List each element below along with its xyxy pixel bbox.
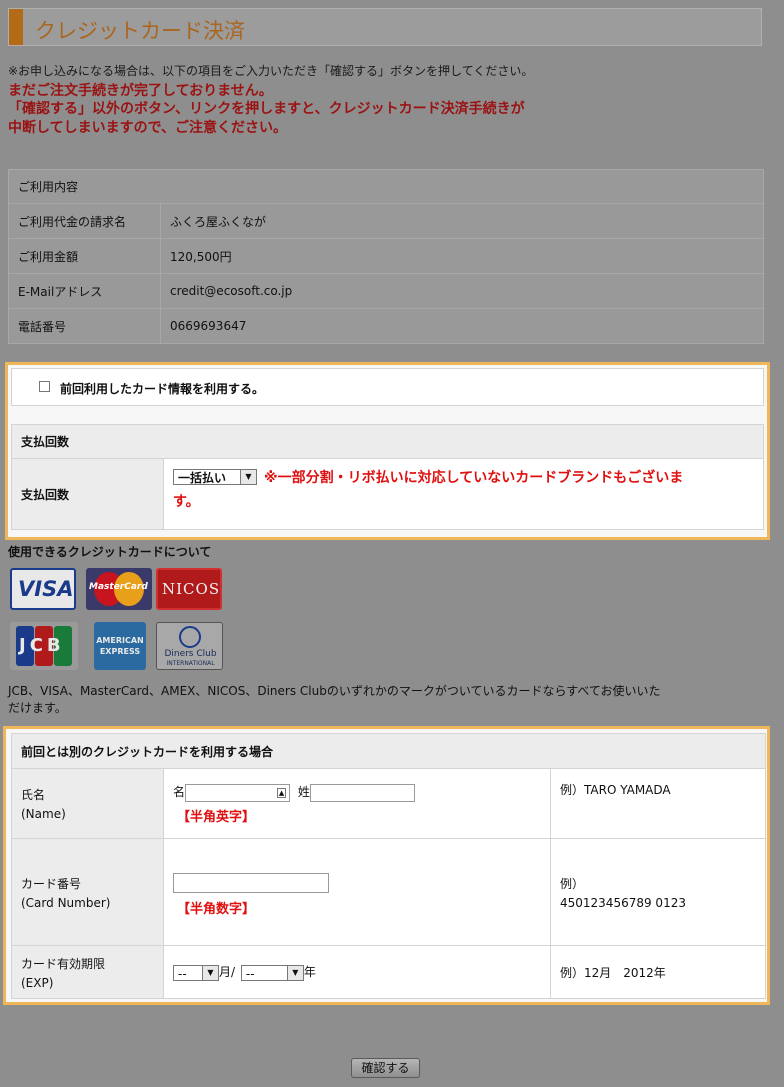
mastercard-logo: MasterCard: [86, 568, 152, 610]
chevron-down-icon: ▼: [202, 965, 218, 980]
name-example: 例）TARO YAMADA: [550, 768, 766, 839]
cards-heading: 使用できるクレジットカードについて: [8, 545, 212, 559]
nicos-logo: NICOS: [156, 568, 222, 610]
last-name-input[interactable]: [309, 783, 415, 802]
payment-table: 支払回数 支払回数 一括払い ▼ ※一部分割・リボ払いに対応していないカードブラ…: [11, 424, 764, 530]
previous-card-section: 前回利用したカード情報を利用する。 支払回数 支払回数 一括払い ▼ ※一部分割…: [5, 362, 770, 540]
usage-label: 電話番号: [8, 308, 161, 344]
card-number-label: カード番号 (Card Number): [11, 838, 164, 946]
exp-month-select[interactable]: -- ▼: [173, 964, 219, 981]
usage-value: 0669693647: [160, 308, 764, 344]
confirm-button[interactable]: 確認する: [351, 1058, 420, 1078]
warning-line-3: 中断してしまいますので、ご注意ください。: [8, 120, 288, 136]
previous-card-label: 前回利用したカード情報を利用する。: [60, 382, 265, 396]
table-row: ご利用代金の請求名 ふくろ屋ふくなが: [8, 203, 764, 239]
table-row: E-Mailアドレス credit@ecosoft.co.jp: [8, 273, 764, 309]
new-card-section: 前回とは別のクレジットカードを利用する場合 氏名 (Name) 名 ▲ 姓 【半角英…: [3, 726, 770, 1005]
usage-label: ご利用金額: [8, 238, 161, 274]
new-card-heading: 前回とは別のクレジットカードを利用する場合: [11, 733, 766, 769]
diners-logo: Diners Club INTERNATIONAL: [156, 622, 223, 670]
cards-description-line-2: だけます。: [8, 701, 67, 715]
warning-line-1: まだご注文手続きが完了しておりません。: [8, 83, 273, 99]
chevron-down-icon: ▼: [240, 470, 256, 484]
warning-line-2: 「確認する」以外のボタン、リンクを押しますと、クレジットカード決済手続きが: [8, 101, 525, 117]
exp-year-select[interactable]: -- ▼: [240, 964, 304, 981]
new-card-table: 前回とは別のクレジットカードを利用する場合 氏名 (Name) 名 ▲ 姓 【半角英…: [11, 733, 766, 999]
payment-label: 支払回数: [11, 458, 164, 530]
first-name-label: 名: [173, 785, 186, 799]
usage-value: ふくろ屋ふくなが: [160, 203, 764, 239]
last-name-label: 姓: [297, 785, 310, 799]
card-number-example: 例） 450123456789 0123: [550, 838, 766, 946]
cards-description-line-1: JCB、VISA、MasterCard、AMEX、NICOS、Diners Cl…: [8, 684, 661, 698]
usage-label: E-Mailアドレス: [8, 273, 161, 309]
exp-example: 例）12月 2012年: [550, 945, 766, 999]
exp-year-unit: 年: [303, 965, 316, 980]
payment-note-line-1: ※一部分割・リボ払いに対応していないカードブランドもございま: [264, 470, 684, 486]
usage-label: ご利用代金の請求名: [8, 203, 161, 239]
first-name-input[interactable]: ▲: [185, 783, 291, 802]
visa-logo: VISA: [10, 568, 76, 610]
payment-heading: 支払回数: [11, 424, 764, 459]
usage-heading: ご利用内容: [8, 169, 764, 204]
payment-note-line-2: す。: [173, 494, 200, 510]
jcb-logo: JCB: [10, 622, 78, 670]
exp-month-unit: 月/: [219, 965, 236, 980]
payment-count-value: 一括払い: [178, 471, 227, 485]
usage-table: ご利用内容 ご利用代金の請求名 ふくろ屋ふくなが ご利用金額 120,500円 …: [8, 169, 764, 344]
name-label: 氏名 (Name): [11, 768, 164, 839]
amex-logo: AMERICAN EXPRESS: [94, 622, 146, 670]
contact-card-icon: ▲: [277, 787, 287, 798]
table-row: ご利用金額 120,500円: [8, 238, 764, 274]
header-accent-bar: [9, 9, 23, 45]
table-row: 電話番号 0669693647: [8, 308, 764, 344]
usage-value: 120,500円: [160, 238, 764, 274]
exp-label: カード有効期限 (EXP): [11, 945, 164, 999]
page-title: クレジットカード決済: [35, 19, 245, 43]
usage-value: credit@ecosoft.co.jp: [160, 273, 764, 309]
instruction-notice: ※お申し込みになる場合は、以下の項目をご入力いただき「確認する」ボタンを押してく…: [8, 64, 534, 78]
card-number-input[interactable]: [173, 873, 329, 893]
previous-card-checkbox[interactable]: [39, 381, 50, 392]
payment-count-select[interactable]: 一括払い ▼: [173, 469, 257, 485]
page-header: クレジットカード決済: [8, 8, 762, 46]
previous-card-row: 前回利用したカード情報を利用する。: [11, 368, 764, 406]
chevron-down-icon: ▼: [286, 965, 303, 980]
name-hint: 【半角英字】: [177, 809, 256, 825]
card-number-hint: 【半角数字】: [177, 902, 256, 917]
